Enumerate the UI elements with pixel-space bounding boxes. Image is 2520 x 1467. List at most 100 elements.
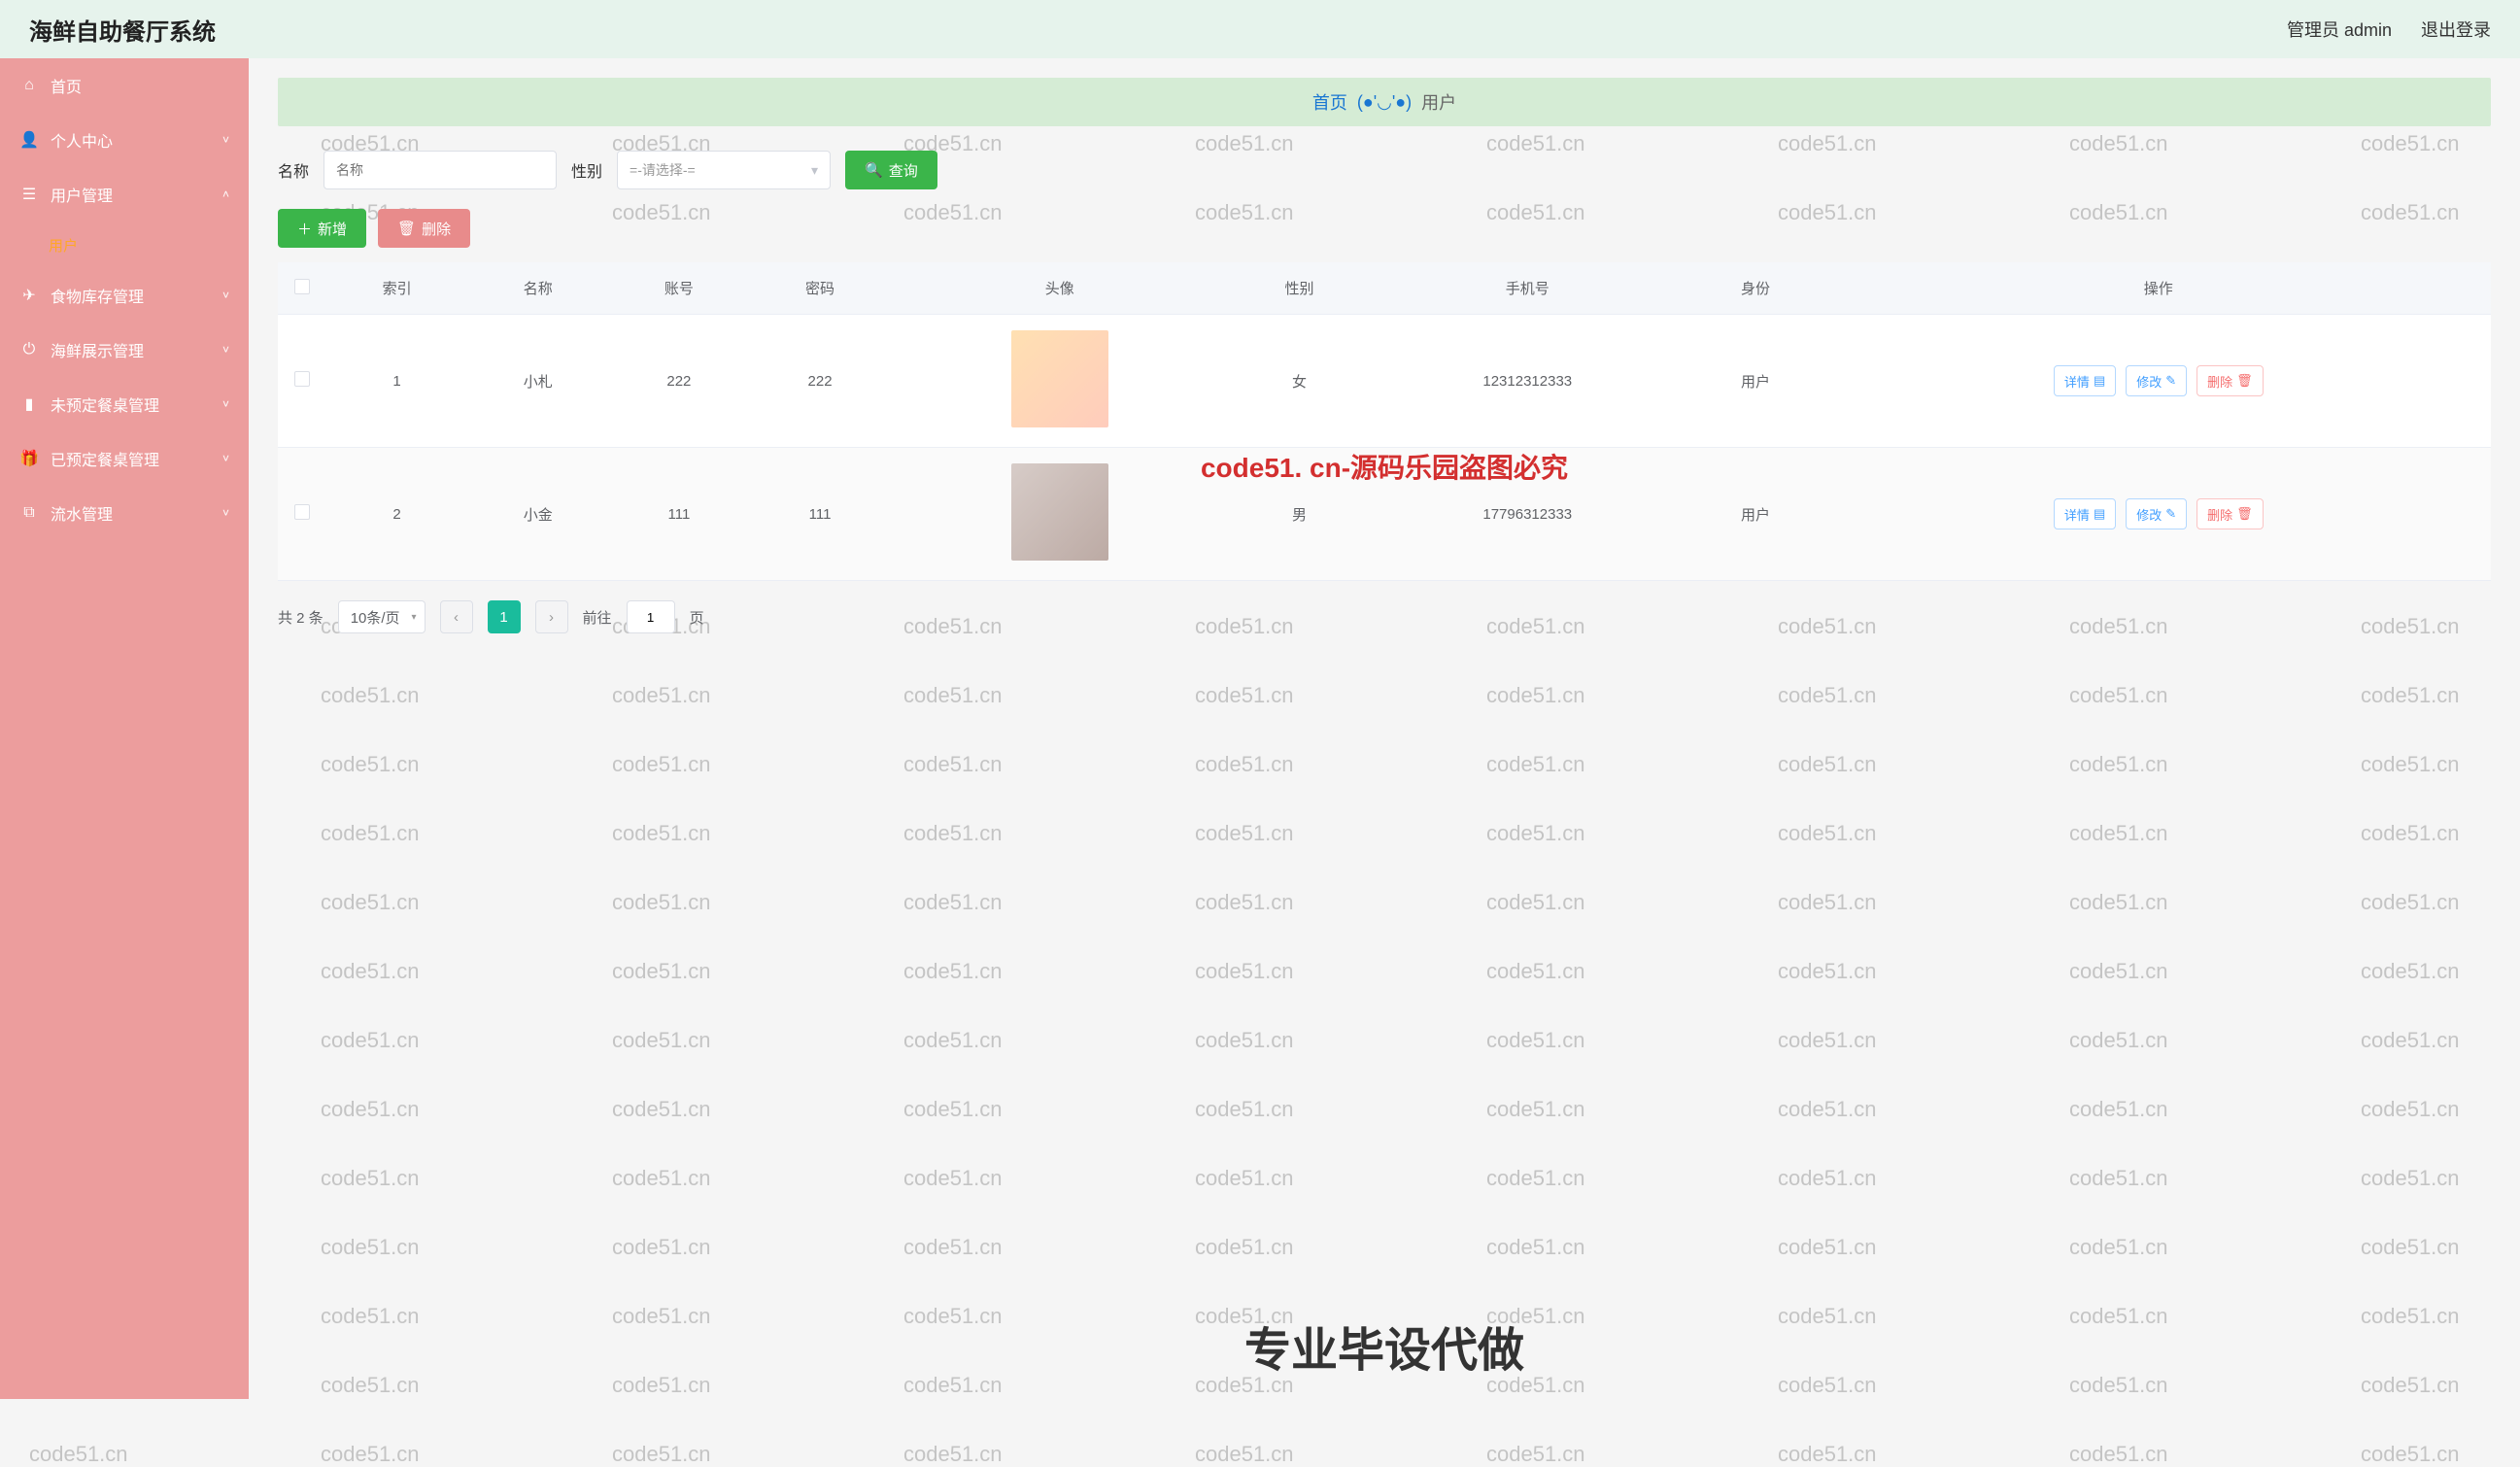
chevron-down-icon: ▾ bbox=[811, 162, 818, 179]
page-size-select[interactable]: 10条/页 bbox=[338, 600, 426, 633]
cell-role: 用户 bbox=[1685, 448, 1825, 581]
header: 海鲜自助餐厅系统 管理员 admin 退出登录 bbox=[0, 0, 2520, 58]
column-header: 名称 bbox=[467, 262, 608, 315]
sidebar-item-label: 个人中心 bbox=[51, 128, 113, 152]
sidebar: ⌂首页👤个人中心˅☰用户管理˄用户✈食物库存管理˅⏻海鲜展示管理˅▮未预定餐桌管… bbox=[0, 58, 249, 1399]
jump-suffix: 页 bbox=[690, 607, 704, 628]
edit-icon: ✎ bbox=[2165, 506, 2176, 522]
avatar-image bbox=[1011, 463, 1108, 561]
cell-name: 小札 bbox=[467, 315, 608, 448]
column-header: 头像 bbox=[891, 262, 1229, 315]
cell-avatar bbox=[891, 315, 1229, 448]
user-icon: 👤 bbox=[19, 130, 39, 150]
edit-button[interactable]: 修改 ✎ bbox=[2126, 498, 2187, 529]
cell-account: 222 bbox=[608, 315, 749, 448]
logout-link[interactable]: 退出登录 bbox=[2421, 17, 2491, 42]
sidebar-item-3[interactable]: ✈ 食物库存管理 ˅ bbox=[0, 268, 249, 323]
cell-password: 111 bbox=[749, 448, 890, 581]
sidebar-subitem[interactable]: 用户 bbox=[0, 222, 249, 268]
cell-idx: 2 bbox=[326, 448, 467, 581]
prev-page-button[interactable]: ‹ bbox=[440, 600, 473, 633]
edit-icon: ✎ bbox=[2165, 373, 2176, 389]
sidebar-item-7[interactable]: ⧉流水管理˅ bbox=[0, 486, 249, 540]
breadcrumb-face: (●'◡'●) bbox=[1357, 92, 1412, 113]
cell-phone: 17796312333 bbox=[1370, 448, 1685, 581]
home-icon: ⌂ bbox=[19, 77, 39, 94]
detail-button[interactable]: 详情 ▤ bbox=[2054, 365, 2116, 396]
search-button-label: 查询 bbox=[889, 160, 918, 181]
column-header: 操作 bbox=[1826, 262, 2491, 315]
chevron-up-icon: ˄ bbox=[222, 188, 229, 201]
row-checkbox[interactable] bbox=[294, 371, 310, 387]
watermark-overlay-2: 专业毕设代做 bbox=[1244, 1312, 1524, 1380]
row-delete-button[interactable]: 删除 🗑 bbox=[2196, 498, 2264, 529]
trash-icon: 🗑 bbox=[2236, 373, 2253, 389]
chevron-down-icon: ˅ bbox=[222, 343, 229, 357]
detail-icon: ▤ bbox=[2094, 373, 2105, 389]
app-title: 海鲜自助餐厅系统 bbox=[29, 13, 216, 47]
delete-button[interactable]: 🗑 删除 bbox=[378, 209, 470, 248]
jump-input[interactable] bbox=[627, 600, 675, 633]
detail-button[interactable]: 详情 ▤ bbox=[2054, 498, 2116, 529]
breadcrumb: 首页 (●'◡'●) 用户 bbox=[278, 78, 2491, 126]
cell-avatar bbox=[891, 448, 1229, 581]
search-icon: 🔍 bbox=[865, 161, 883, 179]
detail-icon: ▤ bbox=[2094, 506, 2105, 522]
jump-prefix: 前往 bbox=[583, 607, 612, 628]
send-icon: ✈ bbox=[19, 286, 39, 305]
cell-password: 222 bbox=[749, 315, 890, 448]
cell-phone: 12312312333 bbox=[1370, 315, 1685, 448]
users-icon: ☰ bbox=[19, 185, 39, 204]
page-size-value: 10条/页 bbox=[351, 607, 400, 628]
plus-icon: ＋ bbox=[297, 219, 312, 239]
user-info[interactable]: 管理员 admin bbox=[2287, 17, 2392, 42]
power-icon: ⏻ bbox=[19, 341, 39, 358]
add-button[interactable]: ＋ 新增 bbox=[278, 209, 366, 248]
header-right: 管理员 admin 退出登录 bbox=[2287, 17, 2491, 42]
chevron-down-icon: ˅ bbox=[222, 506, 229, 520]
sidebar-item-label: 食物库存管理 bbox=[51, 284, 144, 307]
edit-button[interactable]: 修改 ✎ bbox=[2126, 365, 2187, 396]
trash-icon: 🗑 bbox=[397, 220, 416, 237]
main-content: 首页 (●'◡'●) 用户 名称 性别 =-请选择-= ▾ 🔍 查询 ＋ 新增 … bbox=[249, 58, 2520, 1399]
column-header: 身份 bbox=[1685, 262, 1825, 315]
row-checkbox[interactable] bbox=[294, 504, 310, 520]
cell-gender: 女 bbox=[1229, 315, 1370, 448]
filter-bar: 名称 性别 =-请选择-= ▾ 🔍 查询 bbox=[278, 151, 2491, 189]
gender-select[interactable]: =-请选择-= ▾ bbox=[617, 151, 831, 189]
sidebar-item-6[interactable]: 🎁已预定餐桌管理˅ bbox=[0, 431, 249, 486]
sidebar-item-0[interactable]: ⌂首页 bbox=[0, 58, 249, 113]
name-input[interactable] bbox=[324, 151, 557, 189]
sidebar-item-4[interactable]: ⏻海鲜展示管理˅ bbox=[0, 323, 249, 377]
chevron-down-icon: ˅ bbox=[222, 289, 229, 302]
sidebar-item-label: 未预定餐桌管理 bbox=[51, 392, 159, 416]
table-row: 1 小札 222 222 女 12312312333 用户 详情 ▤ 修改 ✎ … bbox=[278, 315, 2491, 448]
row-actions: 详情 ▤ 修改 ✎ 删除 🗑 bbox=[1836, 365, 2481, 396]
search-button[interactable]: 🔍 查询 bbox=[845, 151, 937, 189]
chevron-down-icon: ˅ bbox=[222, 452, 229, 465]
total-count: 共 2 条 bbox=[278, 607, 324, 628]
sidebar-item-1[interactable]: 👤个人中心˅ bbox=[0, 113, 249, 167]
column-header: 账号 bbox=[608, 262, 749, 315]
row-actions: 详情 ▤ 修改 ✎ 删除 🗑 bbox=[1836, 498, 2481, 529]
row-delete-button[interactable]: 删除 🗑 bbox=[2196, 365, 2264, 396]
actions-bar: ＋ 新增 🗑 删除 bbox=[278, 209, 2491, 248]
cell-name: 小金 bbox=[467, 448, 608, 581]
column-header: 密码 bbox=[749, 262, 890, 315]
delete-button-label: 删除 bbox=[422, 219, 451, 239]
next-page-button[interactable]: › bbox=[535, 600, 568, 633]
add-button-label: 新增 bbox=[318, 219, 347, 239]
chevron-down-icon: ˅ bbox=[222, 397, 229, 411]
gender-label: 性别 bbox=[571, 158, 602, 182]
copy-icon: ⧉ bbox=[19, 504, 39, 522]
gender-select-value: =-请选择-= bbox=[630, 160, 696, 180]
sidebar-item-2[interactable]: ☰用户管理˄ bbox=[0, 167, 249, 222]
pagination: 共 2 条 10条/页 ‹ 1 › 前往 页 bbox=[278, 581, 2491, 653]
breadcrumb-home[interactable]: 首页 bbox=[1312, 89, 1347, 115]
breadcrumb-current: 用户 bbox=[1421, 89, 1456, 115]
select-all-checkbox[interactable] bbox=[294, 279, 310, 294]
sidebar-item-5[interactable]: ▮ 未预定餐桌管理 ˅ bbox=[0, 377, 249, 431]
name-label: 名称 bbox=[278, 158, 309, 182]
bookmark-icon: ▮ bbox=[19, 394, 39, 414]
page-1-button[interactable]: 1 bbox=[488, 600, 521, 633]
